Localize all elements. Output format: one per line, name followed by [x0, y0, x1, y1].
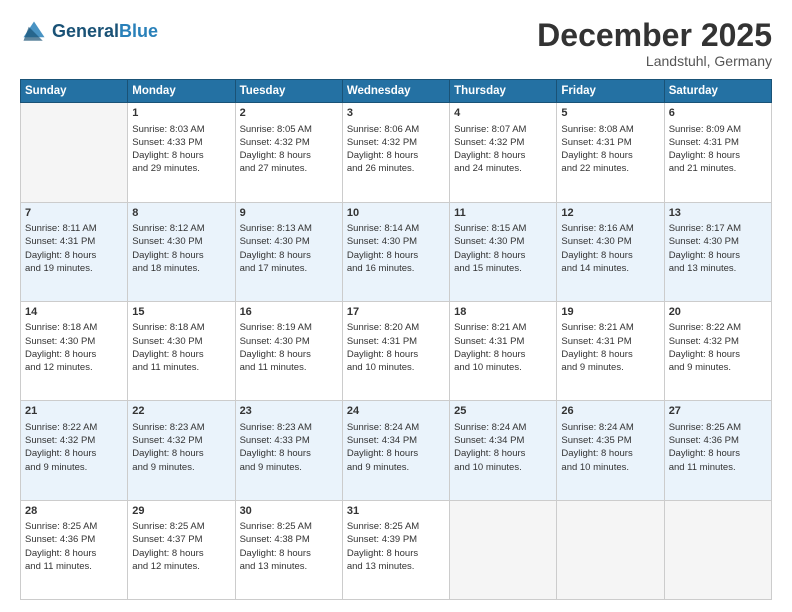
- day-number: 14: [25, 305, 123, 320]
- calendar-cell: 21Sunrise: 8:22 AMSunset: 4:32 PMDayligh…: [21, 401, 128, 500]
- day-number: 27: [669, 404, 767, 419]
- day-number: 3: [347, 106, 445, 121]
- day-number: 29: [132, 504, 230, 519]
- col-tuesday: Tuesday: [235, 80, 342, 103]
- calendar-cell: 16Sunrise: 8:19 AMSunset: 4:30 PMDayligh…: [235, 301, 342, 400]
- col-thursday: Thursday: [450, 80, 557, 103]
- week-row-1: 7Sunrise: 8:11 AMSunset: 4:31 PMDaylight…: [21, 202, 772, 301]
- day-number: 21: [25, 404, 123, 419]
- location: Landstuhl, Germany: [537, 53, 772, 69]
- logo-icon: [20, 18, 48, 46]
- day-number: 25: [454, 404, 552, 419]
- calendar-cell: 31Sunrise: 8:25 AMSunset: 4:39 PMDayligh…: [342, 500, 449, 599]
- calendar-cell: 7Sunrise: 8:11 AMSunset: 4:31 PMDaylight…: [21, 202, 128, 301]
- calendar-cell: 29Sunrise: 8:25 AMSunset: 4:37 PMDayligh…: [128, 500, 235, 599]
- calendar-cell: 17Sunrise: 8:20 AMSunset: 4:31 PMDayligh…: [342, 301, 449, 400]
- day-number: 30: [240, 504, 338, 519]
- calendar-cell: [557, 500, 664, 599]
- calendar-cell: 3Sunrise: 8:06 AMSunset: 4:32 PMDaylight…: [342, 103, 449, 202]
- calendar-cell: 30Sunrise: 8:25 AMSunset: 4:38 PMDayligh…: [235, 500, 342, 599]
- calendar-cell: [450, 500, 557, 599]
- calendar-header-row: SundayMondayTuesdayWednesdayThursdayFrid…: [21, 80, 772, 103]
- title-block: December 2025 Landstuhl, Germany: [537, 18, 772, 69]
- calendar-cell: 10Sunrise: 8:14 AMSunset: 4:30 PMDayligh…: [342, 202, 449, 301]
- calendar-cell: 8Sunrise: 8:12 AMSunset: 4:30 PMDaylight…: [128, 202, 235, 301]
- calendar-cell: 20Sunrise: 8:22 AMSunset: 4:32 PMDayligh…: [664, 301, 771, 400]
- week-row-0: 1Sunrise: 8:03 AMSunset: 4:33 PMDaylight…: [21, 103, 772, 202]
- day-number: 7: [25, 206, 123, 221]
- day-number: 19: [561, 305, 659, 320]
- logo-general-text: General: [52, 21, 119, 41]
- calendar-cell: 22Sunrise: 8:23 AMSunset: 4:32 PMDayligh…: [128, 401, 235, 500]
- calendar-cell: 6Sunrise: 8:09 AMSunset: 4:31 PMDaylight…: [664, 103, 771, 202]
- day-number: 2: [240, 106, 338, 121]
- day-number: 5: [561, 106, 659, 121]
- calendar-cell: 19Sunrise: 8:21 AMSunset: 4:31 PMDayligh…: [557, 301, 664, 400]
- calendar: SundayMondayTuesdayWednesdayThursdayFrid…: [20, 79, 772, 600]
- col-wednesday: Wednesday: [342, 80, 449, 103]
- col-monday: Monday: [128, 80, 235, 103]
- day-number: 4: [454, 106, 552, 121]
- col-saturday: Saturday: [664, 80, 771, 103]
- day-number: 15: [132, 305, 230, 320]
- calendar-cell: 23Sunrise: 8:23 AMSunset: 4:33 PMDayligh…: [235, 401, 342, 500]
- day-number: 20: [669, 305, 767, 320]
- calendar-cell: [21, 103, 128, 202]
- day-number: 18: [454, 305, 552, 320]
- day-number: 24: [347, 404, 445, 419]
- day-number: 12: [561, 206, 659, 221]
- day-number: 9: [240, 206, 338, 221]
- calendar-cell: 27Sunrise: 8:25 AMSunset: 4:36 PMDayligh…: [664, 401, 771, 500]
- calendar-cell: 1Sunrise: 8:03 AMSunset: 4:33 PMDaylight…: [128, 103, 235, 202]
- calendar-cell: 18Sunrise: 8:21 AMSunset: 4:31 PMDayligh…: [450, 301, 557, 400]
- col-friday: Friday: [557, 80, 664, 103]
- day-number: 22: [132, 404, 230, 419]
- calendar-cell: 13Sunrise: 8:17 AMSunset: 4:30 PMDayligh…: [664, 202, 771, 301]
- calendar-cell: 12Sunrise: 8:16 AMSunset: 4:30 PMDayligh…: [557, 202, 664, 301]
- day-number: 17: [347, 305, 445, 320]
- logo: GeneralBlue: [20, 18, 158, 46]
- calendar-cell: 2Sunrise: 8:05 AMSunset: 4:32 PMDaylight…: [235, 103, 342, 202]
- day-number: 11: [454, 206, 552, 221]
- calendar-cell: [664, 500, 771, 599]
- calendar-cell: 4Sunrise: 8:07 AMSunset: 4:32 PMDaylight…: [450, 103, 557, 202]
- day-number: 16: [240, 305, 338, 320]
- day-number: 6: [669, 106, 767, 121]
- calendar-cell: 26Sunrise: 8:24 AMSunset: 4:35 PMDayligh…: [557, 401, 664, 500]
- calendar-cell: 25Sunrise: 8:24 AMSunset: 4:34 PMDayligh…: [450, 401, 557, 500]
- calendar-cell: 11Sunrise: 8:15 AMSunset: 4:30 PMDayligh…: [450, 202, 557, 301]
- calendar-cell: 24Sunrise: 8:24 AMSunset: 4:34 PMDayligh…: [342, 401, 449, 500]
- week-row-2: 14Sunrise: 8:18 AMSunset: 4:30 PMDayligh…: [21, 301, 772, 400]
- page: GeneralBlue December 2025 Landstuhl, Ger…: [0, 0, 792, 612]
- week-row-4: 28Sunrise: 8:25 AMSunset: 4:36 PMDayligh…: [21, 500, 772, 599]
- calendar-cell: 14Sunrise: 8:18 AMSunset: 4:30 PMDayligh…: [21, 301, 128, 400]
- day-number: 8: [132, 206, 230, 221]
- day-number: 31: [347, 504, 445, 519]
- day-number: 1: [132, 106, 230, 121]
- header: GeneralBlue December 2025 Landstuhl, Ger…: [20, 18, 772, 69]
- month-title: December 2025: [537, 18, 772, 53]
- col-sunday: Sunday: [21, 80, 128, 103]
- day-number: 23: [240, 404, 338, 419]
- calendar-cell: 28Sunrise: 8:25 AMSunset: 4:36 PMDayligh…: [21, 500, 128, 599]
- day-number: 26: [561, 404, 659, 419]
- logo-blue-text: Blue: [119, 21, 158, 41]
- week-row-3: 21Sunrise: 8:22 AMSunset: 4:32 PMDayligh…: [21, 401, 772, 500]
- day-number: 13: [669, 206, 767, 221]
- day-number: 28: [25, 504, 123, 519]
- day-number: 10: [347, 206, 445, 221]
- calendar-cell: 9Sunrise: 8:13 AMSunset: 4:30 PMDaylight…: [235, 202, 342, 301]
- calendar-cell: 15Sunrise: 8:18 AMSunset: 4:30 PMDayligh…: [128, 301, 235, 400]
- calendar-cell: 5Sunrise: 8:08 AMSunset: 4:31 PMDaylight…: [557, 103, 664, 202]
- logo-general: GeneralBlue: [52, 22, 158, 42]
